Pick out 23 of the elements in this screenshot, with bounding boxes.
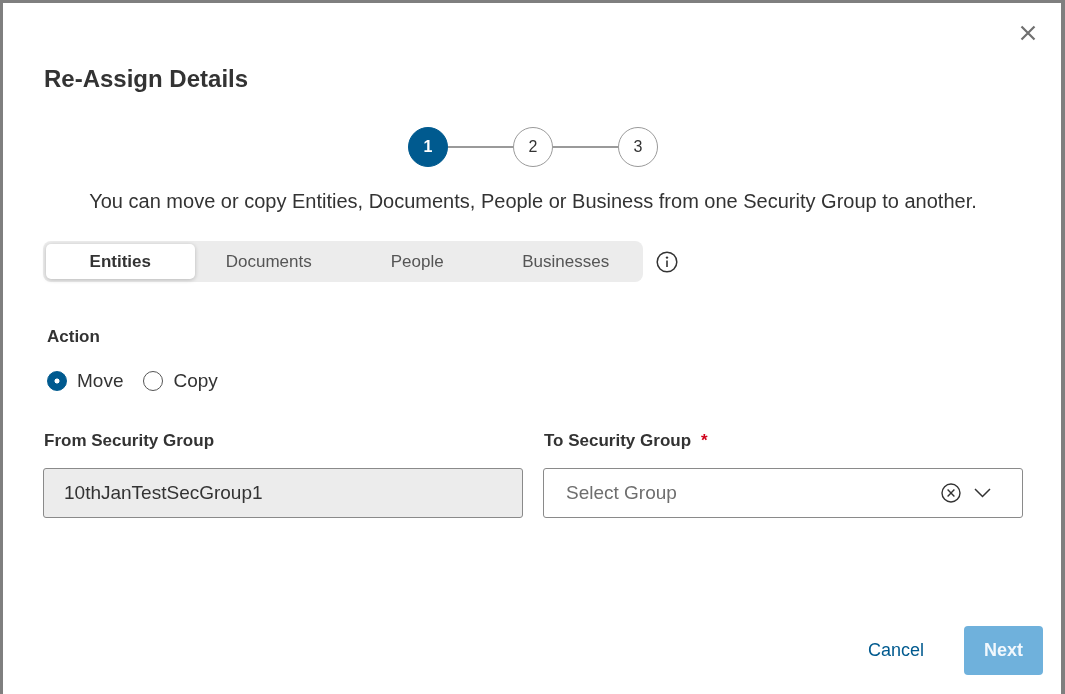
close-icon — [1020, 25, 1036, 41]
step-indicator: 3 — [618, 127, 658, 167]
radio-option[interactable]: Move — [47, 370, 124, 392]
tab[interactable]: Businesses — [491, 244, 640, 279]
step-indicator: 2 — [513, 127, 553, 167]
required-mark: * — [701, 431, 708, 451]
description-text: You can move or copy Entities, Documents, People or Business from one Security Group to another. — [88, 189, 978, 214]
info-icon[interactable] — [656, 250, 678, 273]
field-label: From Security Group — [43, 431, 215, 451]
field-label: Action — [47, 326, 100, 348]
field-label: To Security Group — [543, 431, 692, 451]
step-indicator: 1 — [408, 127, 448, 167]
dialog-title: Re-Assign Details — [44, 64, 249, 94]
tab[interactable]: Entities — [46, 244, 195, 279]
step-connector — [448, 146, 513, 148]
clear-icon[interactable] — [941, 483, 961, 503]
chevron-down-icon[interactable] — [974, 488, 991, 498]
tab[interactable]: People — [343, 244, 492, 279]
select-field[interactable]: Select Group — [543, 468, 1023, 518]
tab[interactable]: Documents — [194, 244, 343, 279]
link-button[interactable]: Cancel — [867, 636, 924, 665]
step-connector — [553, 146, 618, 148]
radio-option[interactable]: Copy — [143, 370, 218, 392]
